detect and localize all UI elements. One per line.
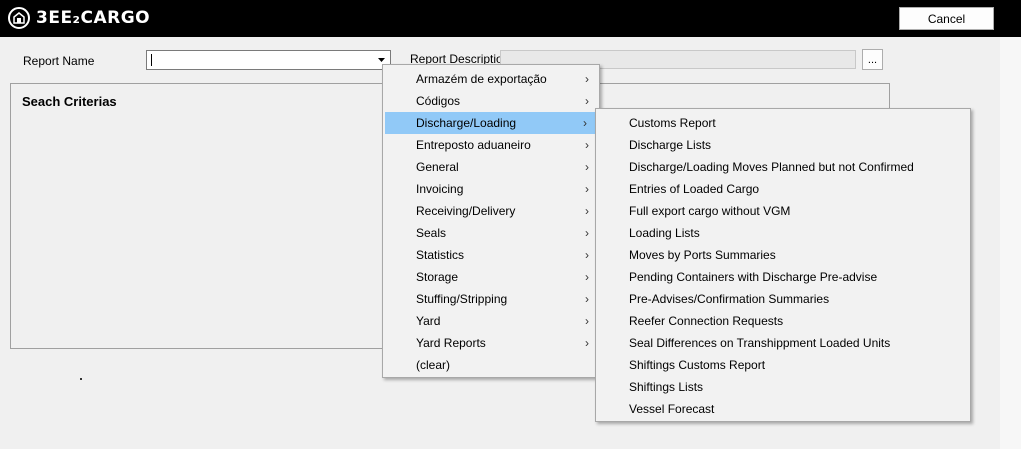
window-edge	[1000, 37, 1021, 449]
text-caret	[151, 54, 152, 66]
menu-item[interactable]: Stuffing/Stripping ›	[383, 288, 599, 310]
logo-icon	[8, 7, 30, 29]
search-criteria-title: Seach Criterias	[22, 94, 117, 109]
chevron-right-icon: ›	[585, 138, 589, 152]
submenu-item[interactable]: Vessel Forecast	[596, 398, 970, 420]
menu-item-label: Entreposto aduaneiro	[416, 138, 531, 152]
menu-item-label: Stuffing/Stripping	[416, 292, 508, 306]
discharge-loading-submenu: Customs Report Discharge Lists Discharge/L…	[595, 108, 971, 422]
menu-item[interactable]: General ›	[383, 156, 599, 178]
menu-item[interactable]: Yard ›	[383, 310, 599, 332]
chevron-right-icon: ›	[585, 182, 589, 196]
menu-item-label: Statistics	[416, 248, 465, 262]
submenu-item[interactable]: Pending Containers with Discharge Pre-ad…	[596, 266, 970, 288]
submenu-item[interactable]: Shiftings Lists	[596, 376, 970, 398]
menu-item-label: Códigos	[416, 94, 461, 108]
chevron-right-icon: ›	[585, 270, 589, 284]
menu-item[interactable]: (clear)	[383, 354, 599, 376]
menu-item[interactable]: Códigos ›	[383, 90, 599, 112]
menu-item[interactable]: Entreposto aduaneiro ›	[383, 134, 599, 156]
menu-item-label: (clear)	[416, 358, 451, 372]
menu-item[interactable]: Storage ›	[383, 266, 599, 288]
chevron-right-icon: ›	[585, 94, 589, 108]
chevron-right-icon: ›	[585, 204, 589, 218]
chevron-right-icon: ›	[585, 160, 589, 174]
stray-dot	[80, 378, 82, 380]
menu-item-label: Storage	[416, 270, 459, 284]
menu-item[interactable]: Yard Reports ›	[383, 332, 599, 354]
report-name-combobox[interactable]	[146, 50, 391, 70]
logo-text: 3EE₂CARGO	[36, 8, 151, 28]
menu-item-label: Seals	[416, 226, 447, 240]
menu-item-label: Invoicing	[416, 182, 464, 196]
menu-item-label: Armazém de exportação	[416, 72, 547, 86]
menu-item-label: General	[416, 160, 459, 174]
chevron-right-icon: ›	[585, 72, 589, 86]
menu-item[interactable]: Discharge/Loading ›	[385, 112, 597, 134]
submenu-item[interactable]: Entries of Loaded Cargo	[596, 178, 970, 200]
menu-item-label: Yard	[416, 314, 441, 328]
submenu-item[interactable]: Shiftings Customs Report	[596, 354, 970, 376]
chevron-right-icon: ›	[585, 226, 589, 240]
chevron-right-icon: ›	[585, 336, 589, 350]
submenu-item[interactable]: Discharge/Loading Moves Planned but not …	[596, 156, 970, 178]
browse-button[interactable]: ...	[862, 49, 883, 70]
app-logo: 3EE₂CARGO	[8, 6, 150, 30]
report-category-menu: Armazém de exportação › Códigos › Discharge/…	[382, 64, 600, 378]
menu-item-label: Discharge/Loading	[416, 116, 517, 130]
menu-item[interactable]: Receiving/Delivery ›	[383, 200, 599, 222]
submenu-item[interactable]: Customs Report	[596, 112, 970, 134]
menu-item[interactable]: Seals ›	[383, 222, 599, 244]
menu-item-label: Receiving/Delivery	[416, 204, 516, 218]
submenu-item[interactable]: Loading Lists	[596, 222, 970, 244]
top-bar: 3EE₂CARGO Cancel	[0, 0, 1021, 37]
chevron-right-icon: ›	[583, 116, 587, 130]
submenu-item[interactable]: Moves by Ports Summaries	[596, 244, 970, 266]
chevron-right-icon: ›	[585, 248, 589, 262]
menu-item[interactable]: Armazém de exportação ›	[383, 68, 599, 90]
submenu-item[interactable]: Full export cargo without VGM	[596, 200, 970, 222]
chevron-right-icon: ›	[585, 292, 589, 306]
chevron-right-icon: ›	[585, 314, 589, 328]
submenu-item[interactable]: Discharge Lists	[596, 134, 970, 156]
cancel-button[interactable]: Cancel	[899, 7, 994, 30]
report-name-label: Report Name	[23, 54, 95, 68]
submenu-item[interactable]: Reefer Connection Requests	[596, 310, 970, 332]
submenu-item[interactable]: Seal Differences on Transhippment Loaded…	[596, 332, 970, 354]
menu-item[interactable]: Statistics ›	[383, 244, 599, 266]
submenu-item[interactable]: Pre-Advises/Confirmation Summaries	[596, 288, 970, 310]
menu-item[interactable]: Invoicing ›	[383, 178, 599, 200]
menu-item-label: Yard Reports	[416, 336, 486, 350]
